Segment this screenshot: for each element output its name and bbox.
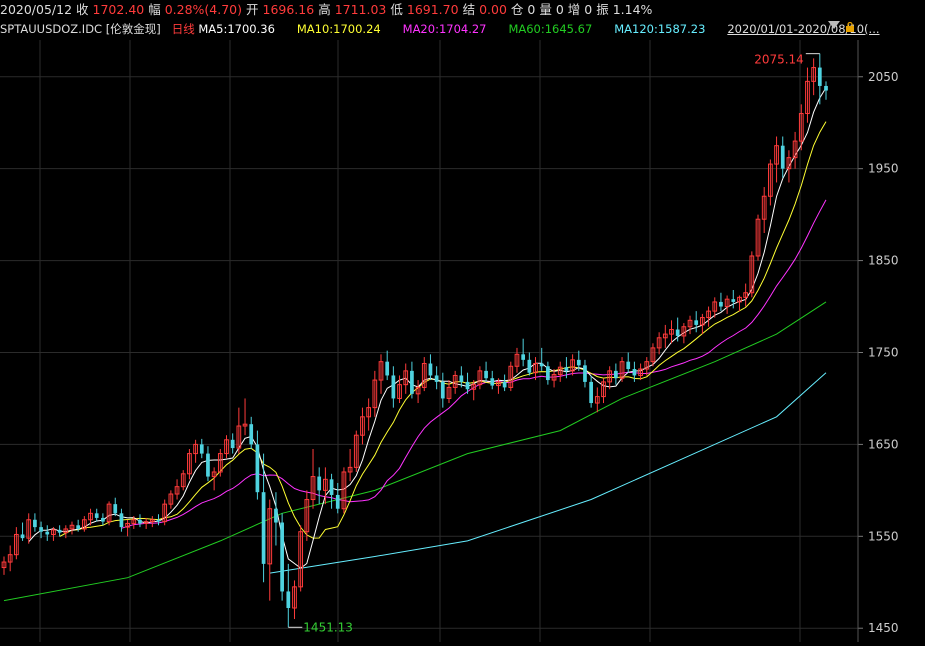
candle-body [94, 513, 99, 518]
candle-body [527, 359, 532, 373]
candle-body [576, 359, 581, 366]
y-tick-label: 1650 [868, 437, 899, 451]
candle-body [675, 329, 680, 336]
max-label: 2075.14 [754, 53, 804, 67]
candle-body [101, 517, 105, 522]
candle-body [564, 367, 569, 371]
candle-body [335, 494, 340, 509]
ma10-line [59, 121, 827, 539]
candle-body [626, 361, 631, 370]
candle-body [230, 439, 235, 449]
y-tick-label: 1550 [868, 529, 899, 543]
ma120-line [269, 372, 827, 574]
candle-body [817, 67, 822, 86]
candle-body [824, 85, 828, 91]
candle-body [428, 363, 433, 376]
candle-body [119, 513, 124, 528]
y-tick-label: 1450 [868, 621, 899, 635]
candle-body [632, 369, 637, 376]
candle-body [329, 479, 334, 495]
candle-body [731, 299, 736, 302]
candle-body [255, 444, 260, 493]
candle-body [719, 301, 723, 307]
candle-body [138, 519, 142, 524]
ma5-line [28, 87, 827, 569]
candle-body [385, 361, 390, 376]
candle-body [261, 492, 266, 564]
candle-body [490, 378, 495, 386]
candle-body [280, 522, 284, 592]
candle-body [440, 381, 445, 399]
candle-body [434, 375, 439, 382]
y-tick-label: 1950 [868, 162, 899, 176]
candle-body [521, 354, 526, 360]
candle-body [539, 363, 544, 367]
candle-body [589, 381, 593, 404]
candle-body [45, 531, 50, 535]
candle-body [502, 381, 507, 388]
candle-body [583, 365, 587, 382]
y-tick-label: 1750 [868, 345, 899, 359]
candle-body [113, 504, 118, 514]
candle-body [459, 375, 464, 382]
y-tick-label: 2050 [868, 70, 899, 84]
candle-body [39, 527, 43, 532]
candlestick-chart[interactable]: 1450 1550 1650 1750 1850 1950 2050 2075.14 1451.… [0, 0, 925, 646]
candle-body [206, 453, 210, 477]
candle-body [484, 370, 488, 379]
candle-body [391, 375, 396, 399]
y-tick-label: 1850 [868, 254, 899, 268]
candle-body [614, 370, 618, 379]
candle-body [274, 508, 278, 523]
candle-body [20, 534, 25, 539]
candle-body [410, 370, 414, 394]
ma20-line [121, 199, 827, 529]
candle-body [286, 591, 291, 608]
candle-body [57, 529, 62, 533]
candle-body [317, 476, 322, 491]
candle-body [156, 519, 161, 522]
candle-body [465, 381, 470, 390]
candle-body [546, 366, 550, 381]
ma60-line [3, 301, 827, 602]
candle-body [199, 444, 204, 454]
candle-body [780, 145, 785, 169]
candle-body [694, 320, 699, 325]
min-label: 1451.13 [303, 620, 353, 634]
candle-body [76, 525, 81, 529]
candle-body [249, 424, 254, 445]
candle-body [33, 519, 37, 528]
